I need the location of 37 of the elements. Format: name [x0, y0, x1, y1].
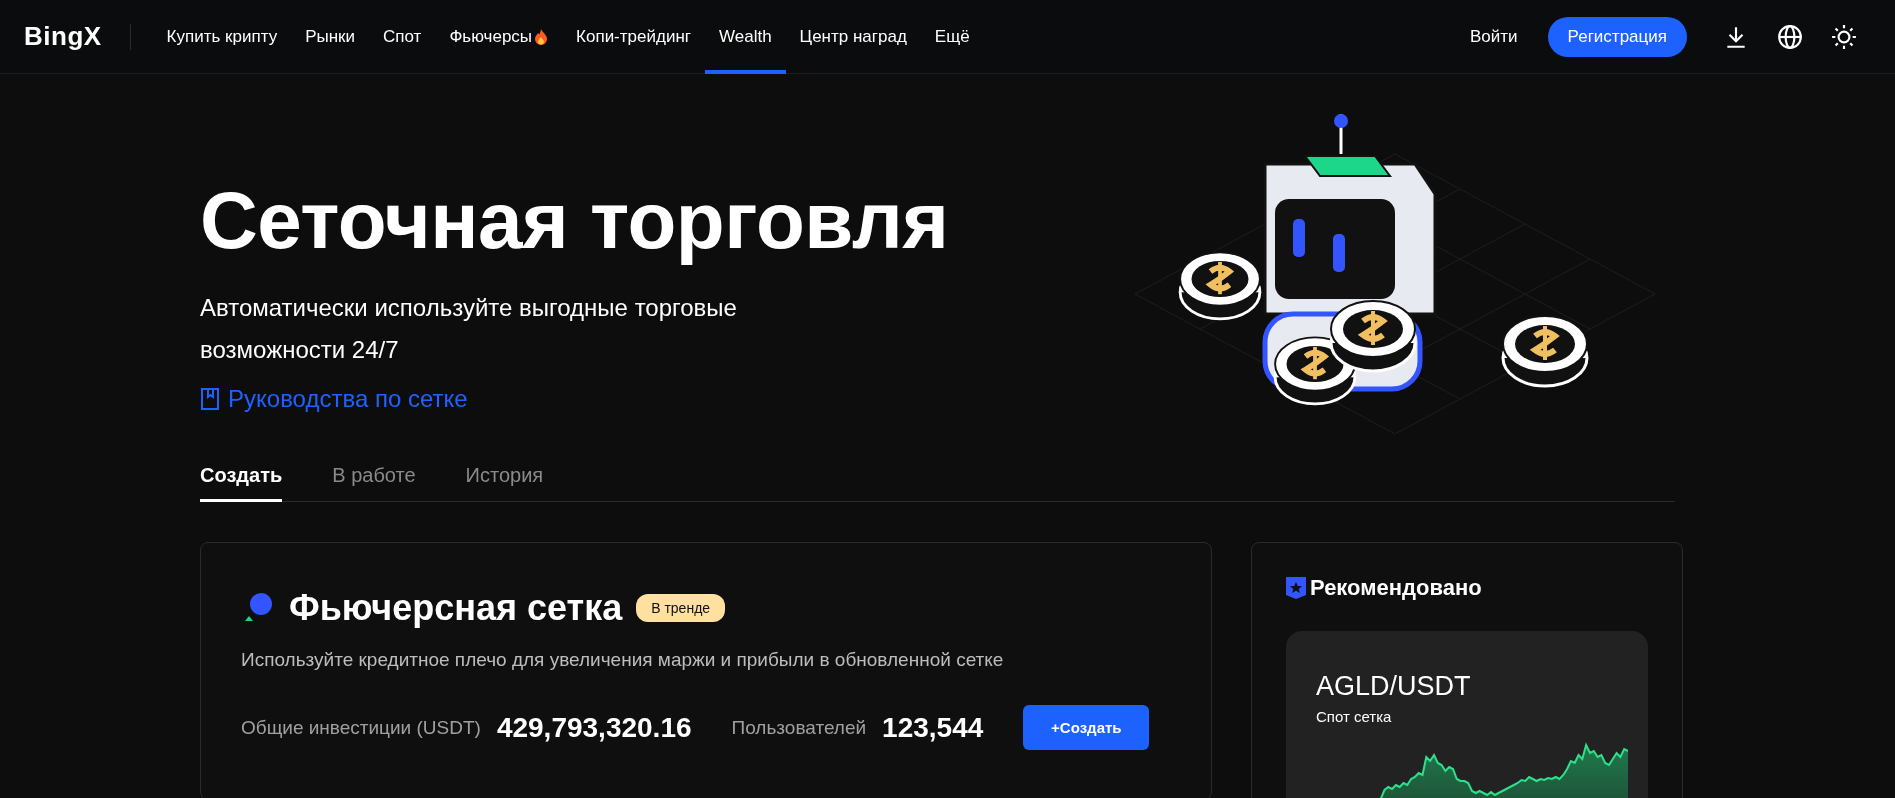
sun-icon[interactable]	[1831, 23, 1857, 50]
nav-link[interactable]: Wealth	[705, 0, 786, 74]
nav-link[interactable]: Центр наград	[785, 0, 921, 74]
nav-link[interactable]: Купить крипту	[152, 0, 292, 74]
nav-link[interactable]: Фьючерсы	[435, 0, 563, 74]
logo[interactable]: BingX	[24, 21, 102, 52]
nav-link[interactable]: Ещё	[920, 0, 984, 74]
trending-badge: В тренде	[636, 594, 726, 622]
flame-icon	[534, 28, 549, 45]
globe-icon[interactable]	[1777, 23, 1803, 50]
users-value: 123,544	[882, 711, 984, 744]
investment-label: Общие инвестиции (USDT)	[241, 716, 481, 739]
tab[interactable]: Создать	[200, 456, 283, 502]
book-icon	[200, 387, 220, 411]
register-button[interactable]: Регистрация	[1547, 16, 1687, 57]
page-subtitle: Автоматически используйте выгодные торговые возможности 24/7	[200, 293, 738, 365]
coin-icon	[1178, 251, 1262, 321]
guide-link[interactable]: Руководства по сетке	[200, 385, 468, 413]
tab[interactable]: История	[465, 456, 544, 502]
pair-name: AGLD/USDT	[1316, 671, 1472, 702]
coin-icon	[1501, 315, 1589, 388]
card-title: Фьючерсная сетка	[289, 587, 623, 629]
login-link[interactable]: Войти	[1470, 26, 1518, 47]
tab[interactable]: В работе	[332, 456, 416, 502]
recommended-title: Рекомендовано	[1310, 575, 1482, 601]
nav-link[interactable]: Копи-трейдинг	[562, 0, 705, 74]
page-title: Сеточная торговля	[200, 177, 950, 265]
create-button[interactable]: +Создать	[1023, 705, 1150, 750]
strategy-card[interactable]: AGLD/USDT Спот сетка	[1286, 631, 1648, 798]
strategy-type: Спот сетка	[1316, 708, 1393, 725]
card-description: Используйте кредитное плечо для увеличения маржи и прибыли в обновленной сетке	[241, 649, 1005, 671]
nav-link[interactable]: Спот	[369, 0, 436, 74]
users-label: Пользователей	[731, 716, 867, 739]
nav-link[interactable]: Рынки	[291, 0, 370, 74]
star-badge-icon	[1286, 577, 1306, 599]
coin-icon	[1329, 300, 1417, 373]
investment-value: 429,793,320.16	[496, 711, 692, 744]
